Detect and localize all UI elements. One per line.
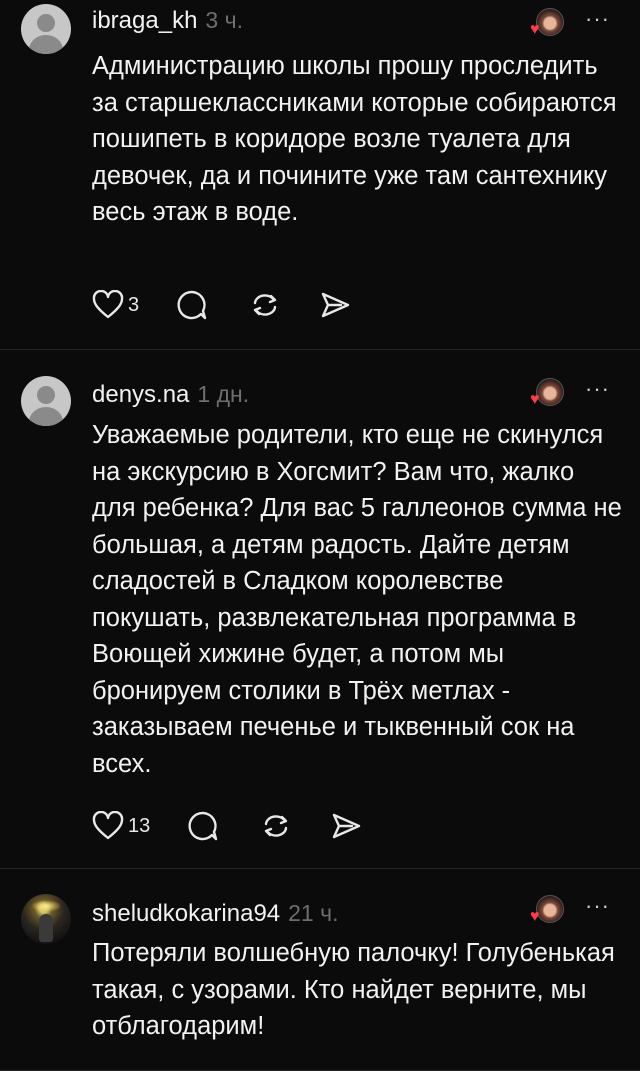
- thread-post: denys.na 1 дн. ♥ ··· Уважаемые родители,…: [0, 350, 640, 869]
- timestamp: 3 ч.: [205, 7, 243, 33]
- heart-icon: [92, 290, 124, 319]
- repost-button[interactable]: [260, 810, 292, 842]
- more-icon[interactable]: ···: [585, 6, 610, 32]
- repost-icon: [253, 294, 277, 316]
- avatar[interactable]: [21, 4, 71, 54]
- username[interactable]: sheludkokarina94: [92, 900, 280, 928]
- thread-post: ibraga_kh 3 ч. ♥ ··· Администрацию школы…: [0, 0, 640, 350]
- repost-icon: [265, 815, 288, 837]
- post-text: Администрацию школы прошу проследить за …: [92, 52, 617, 226]
- timestamp: 1 дн.: [197, 381, 250, 407]
- more-icon[interactable]: ···: [585, 376, 610, 402]
- post-text: Уважаемые родители, кто еще не скинулся …: [92, 421, 622, 778]
- liked-by-author-avatar[interactable]: ♥: [530, 8, 564, 38]
- post-header: sheludkokarina94 21 ч.: [92, 900, 339, 928]
- repost-button[interactable]: [249, 289, 281, 321]
- share-button[interactable]: [319, 290, 351, 320]
- username[interactable]: ibraga_kh: [92, 7, 197, 35]
- liked-by-author-avatar[interactable]: ♥: [530, 895, 564, 925]
- comment-button[interactable]: [187, 810, 219, 842]
- comment-button[interactable]: [176, 289, 208, 321]
- share-button[interactable]: [330, 811, 362, 841]
- post-header: ibraga_kh 3 ч.: [92, 7, 243, 35]
- comment-icon: [177, 290, 207, 320]
- heart-icon: [92, 811, 124, 840]
- thread-post: sheludkokarina94 21 ч. ♥ ··· Потеряли во…: [0, 869, 640, 1071]
- post-header: denys.na 1 дн.: [92, 381, 249, 409]
- like-button[interactable]: 13: [92, 811, 150, 841]
- more-icon[interactable]: ···: [585, 893, 610, 919]
- timestamp: 21 ч.: [288, 900, 339, 926]
- like-count: 3: [128, 293, 140, 316]
- avatar[interactable]: [21, 376, 71, 426]
- like-button[interactable]: 3: [92, 290, 139, 320]
- send-icon: [321, 292, 350, 318]
- avatar[interactable]: [21, 894, 71, 944]
- action-bar: 13: [92, 809, 362, 843]
- comment-icon: [188, 811, 218, 841]
- send-icon: [333, 813, 361, 839]
- action-bar: 3: [92, 288, 351, 322]
- post-text: Потеряли волшебную палочку! Голубенькая …: [92, 939, 615, 1040]
- username[interactable]: denys.na: [92, 381, 189, 409]
- like-count: 13: [128, 814, 151, 837]
- liked-by-author-avatar[interactable]: ♥: [530, 378, 564, 408]
